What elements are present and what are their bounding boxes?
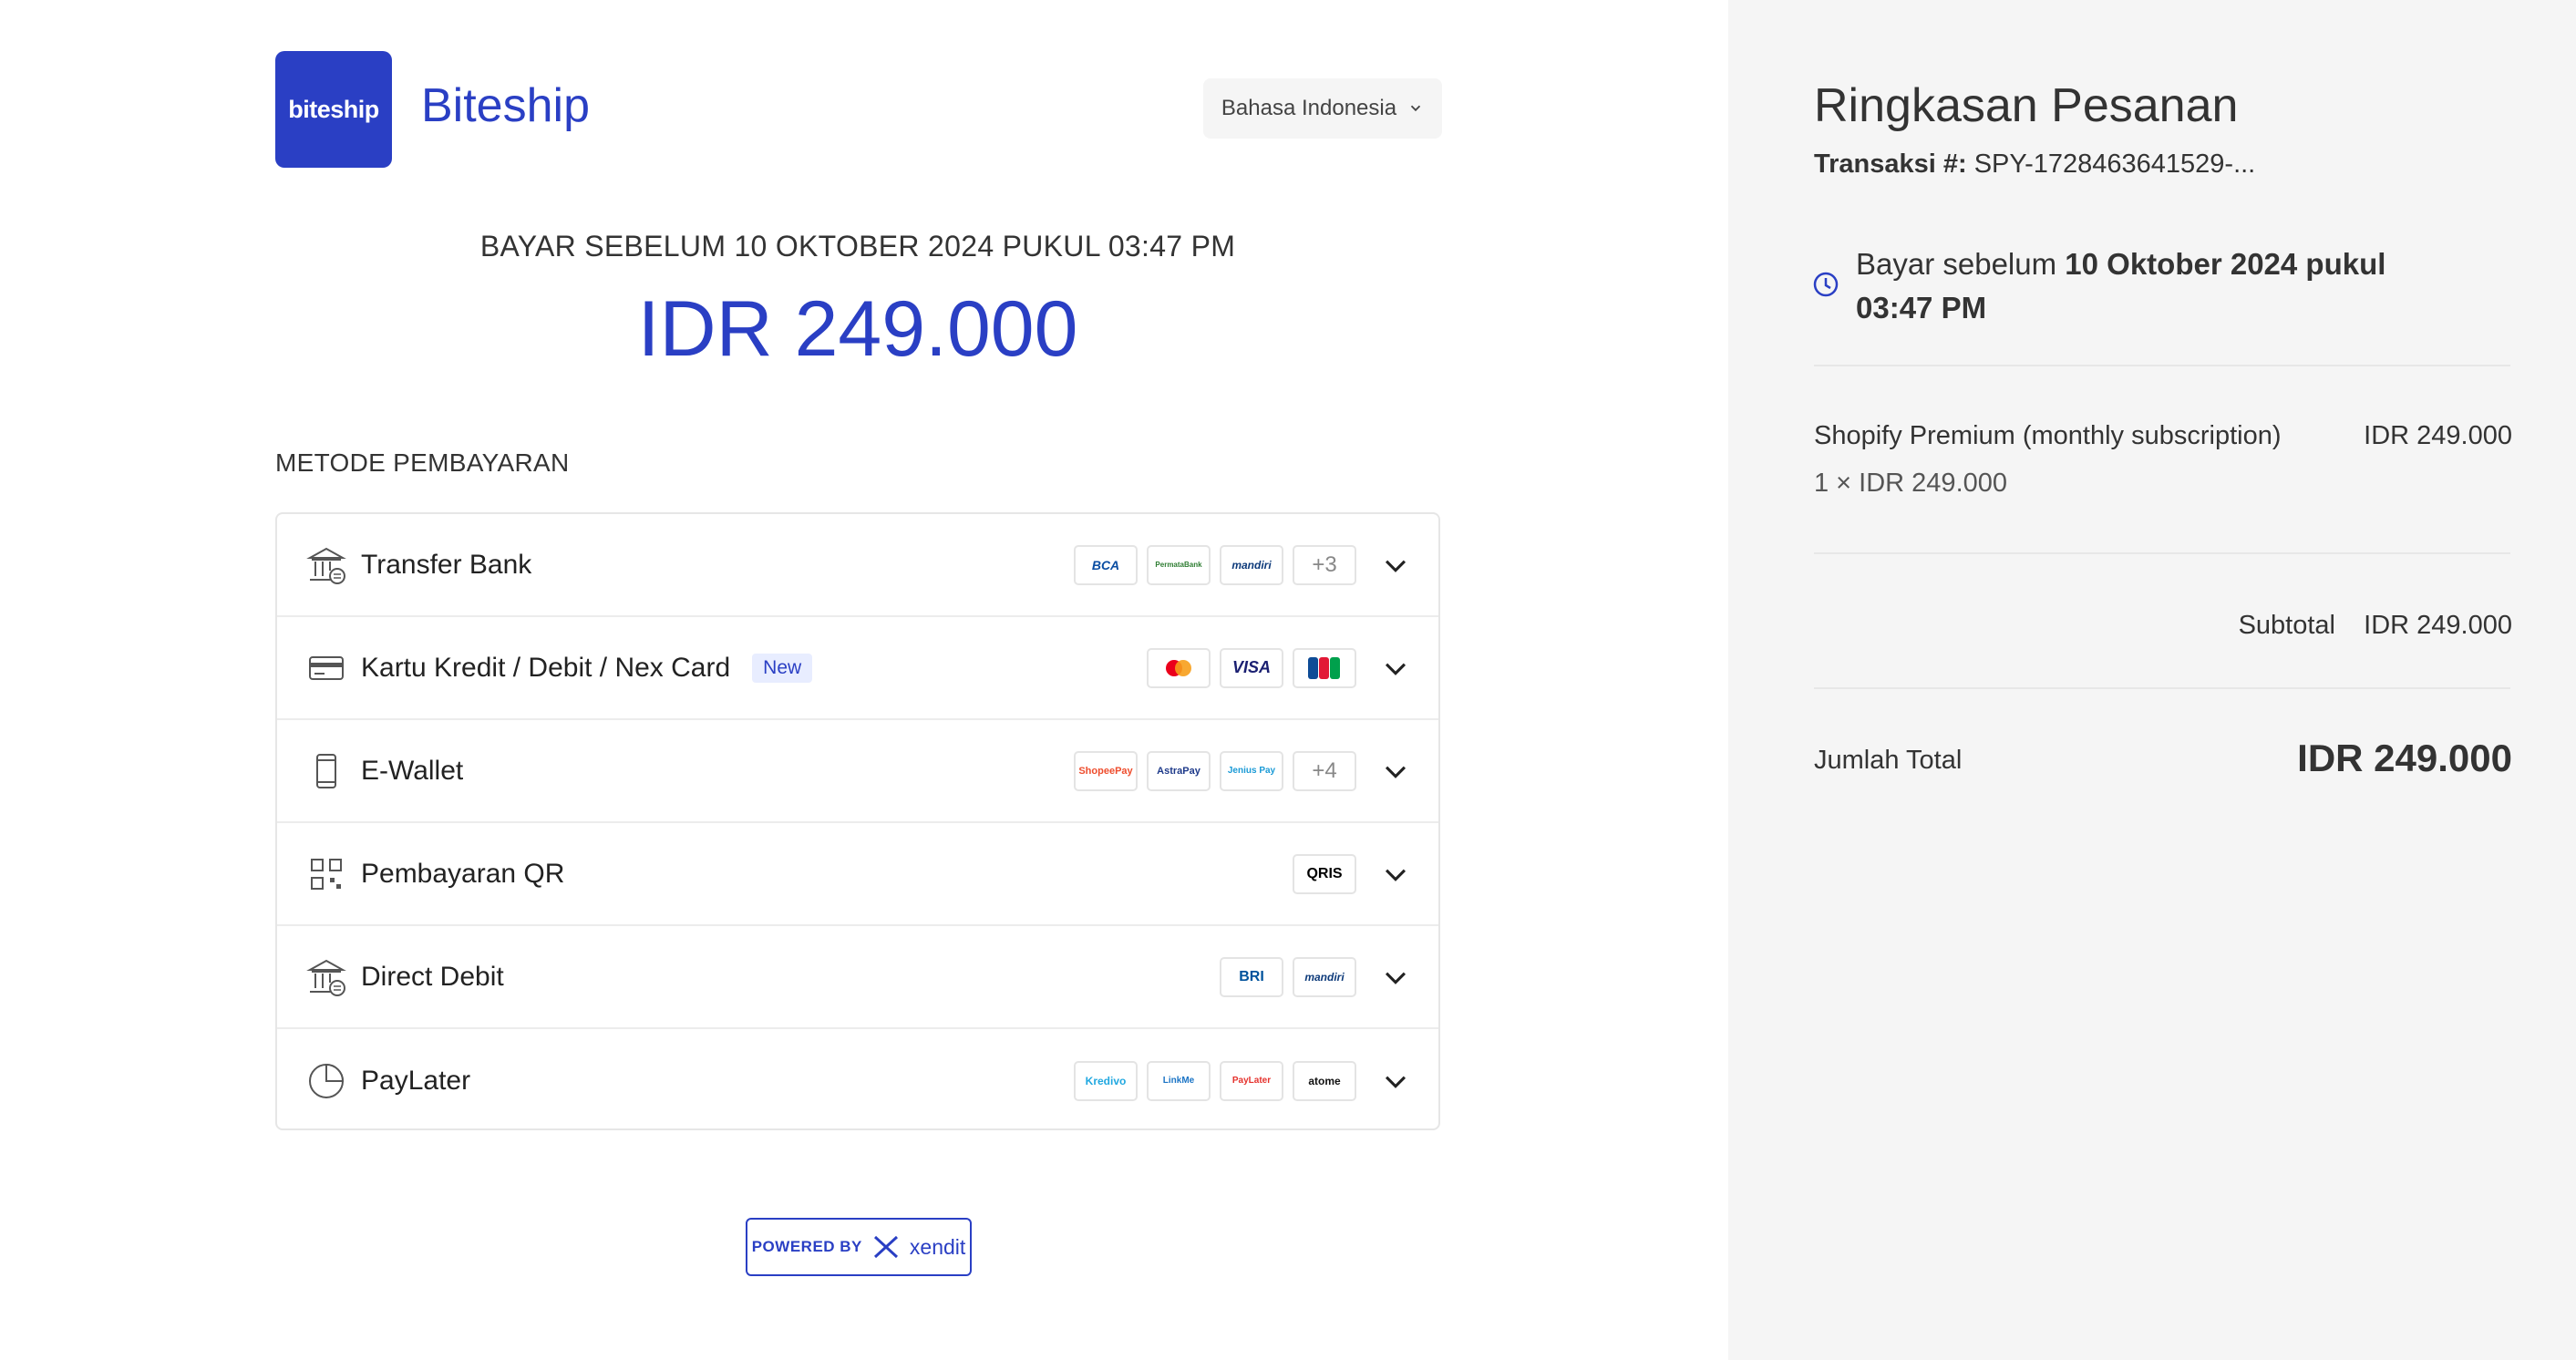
chevron-down-icon[interactable] (1380, 1066, 1411, 1097)
bank-icon (306, 959, 346, 996)
payment-methods-list: Transfer Bank BCA PermataBank mandiri +3… (275, 512, 1440, 1130)
shopeepay-logo: ShopeePay (1074, 750, 1138, 791)
mastercard-logo (1147, 647, 1211, 688)
method-direct-debit[interactable]: Direct Debit BRI mandiri (277, 926, 1438, 1029)
kredivo-logo: Kredivo (1074, 1060, 1138, 1101)
order-summary-panel (1728, 0, 2576, 1360)
more-wallets-count: +4 (1293, 750, 1356, 791)
total-value: IDR 249.000 (2297, 737, 2512, 779)
due-prefix: Bayar sebelum (1856, 247, 2057, 281)
astrapay-logo: AstraPay (1147, 750, 1211, 791)
atome-logo: atome (1293, 1060, 1356, 1101)
jcb-logo (1293, 647, 1356, 688)
payment-panel: biteship Biteship Bahasa Indonesia BAYAR… (0, 0, 1728, 1360)
divider (1814, 552, 2510, 554)
brand-name: Biteship (421, 79, 590, 132)
transaction-id: Transaksi #: SPY-1728463641529-... (1814, 149, 2255, 180)
pie-chart-icon (309, 1063, 345, 1098)
bri-logo: BRI (1220, 956, 1283, 997)
qr-icon (311, 858, 342, 890)
clock-icon (1813, 272, 1839, 297)
method-paylater[interactable]: PayLater Kredivo LinkMe PayLater atome (277, 1029, 1438, 1132)
more-banks-count: +3 (1293, 544, 1356, 585)
method-label: E-Wallet (361, 755, 464, 786)
chevron-down-icon (1410, 105, 1421, 112)
chevron-down-icon[interactable] (1380, 653, 1411, 684)
chevron-down-icon[interactable] (1380, 962, 1411, 993)
powered-by-label: POWERED BY (751, 1238, 862, 1255)
method-label: Transfer Bank (361, 549, 532, 580)
item-quantity: 1 × IDR 249.000 (1814, 469, 2008, 498)
biteship-logo: biteship (275, 51, 392, 168)
method-qr[interactable]: Pembayaran QR QRIS (277, 823, 1438, 926)
transaction-value: SPY-1728463641529-... (1973, 149, 2256, 179)
mandiri-logo: mandiri (1293, 956, 1356, 997)
phone-icon (316, 753, 336, 788)
subtotal-label: Subtotal (2238, 611, 2335, 640)
method-label: Kartu Kredit / Debit / Nex Card (361, 652, 731, 683)
method-label: PayLater (361, 1065, 471, 1096)
akulaku-paylater-logo: PayLater (1220, 1060, 1283, 1101)
subtotal-value: IDR 249.000 (2364, 611, 2512, 640)
due-date: Bayar sebelum 10 Oktober 2024 pukul 03:4… (1856, 242, 2458, 330)
method-e-wallet[interactable]: E-Wallet ShopeePay AstraPay Jenius Pay +… (277, 720, 1438, 823)
language-selector[interactable]: Bahasa Indonesia (1203, 78, 1442, 139)
methods-heading: METODE PEMBAYARAN (275, 448, 570, 477)
language-label: Bahasa Indonesia (1221, 96, 1397, 120)
method-label: Pembayaran QR (361, 858, 565, 889)
due-time-value: 03:47 PM (1856, 291, 1987, 325)
visa-logo: VISA (1220, 647, 1283, 688)
payment-deadline: BAYAR SEBELUM 10 OKTOBER 2024 PUKUL 03:4… (479, 230, 1236, 263)
chevron-down-icon[interactable] (1380, 550, 1411, 581)
method-transfer-bank[interactable]: Transfer Bank BCA PermataBank mandiri +3 (277, 514, 1438, 617)
chevron-down-icon[interactable] (1380, 859, 1411, 890)
bank-icon (306, 547, 346, 584)
divider (1814, 365, 2510, 366)
transaction-label: Transaksi #: (1814, 149, 1967, 179)
new-badge: New (752, 653, 813, 683)
method-label: Direct Debit (361, 961, 504, 992)
provider-name: xendit (909, 1234, 966, 1259)
item-price: IDR 249.000 (2364, 421, 2512, 450)
due-date-value: 10 Oktober 2024 pukul (2065, 247, 2386, 281)
powered-by-xendit[interactable]: POWERED BY xendit (746, 1218, 972, 1276)
permatabank-logo: PermataBank (1147, 544, 1211, 585)
summary-title: Ringkasan Pesanan (1814, 79, 2239, 132)
credit-card-icon (309, 655, 344, 680)
method-credit-card[interactable]: Kartu Kredit / Debit / Nex Card New VISA (277, 617, 1438, 720)
item-name: Shopify Premium (monthly subscription) (1814, 421, 2282, 450)
payment-amount: IDR 249.000 (637, 285, 1078, 373)
qris-logo: QRIS (1293, 853, 1356, 894)
divider (1814, 687, 2510, 689)
linkme-logo: LinkMe (1147, 1060, 1211, 1101)
xendit-logo-icon (873, 1235, 898, 1259)
total-label: Jumlah Total (1814, 746, 1963, 775)
mandiri-logo: mandiri (1220, 544, 1283, 585)
chevron-down-icon[interactable] (1380, 756, 1411, 787)
jenius-pay-logo: Jenius Pay (1220, 750, 1283, 791)
bca-logo: BCA (1074, 544, 1138, 585)
